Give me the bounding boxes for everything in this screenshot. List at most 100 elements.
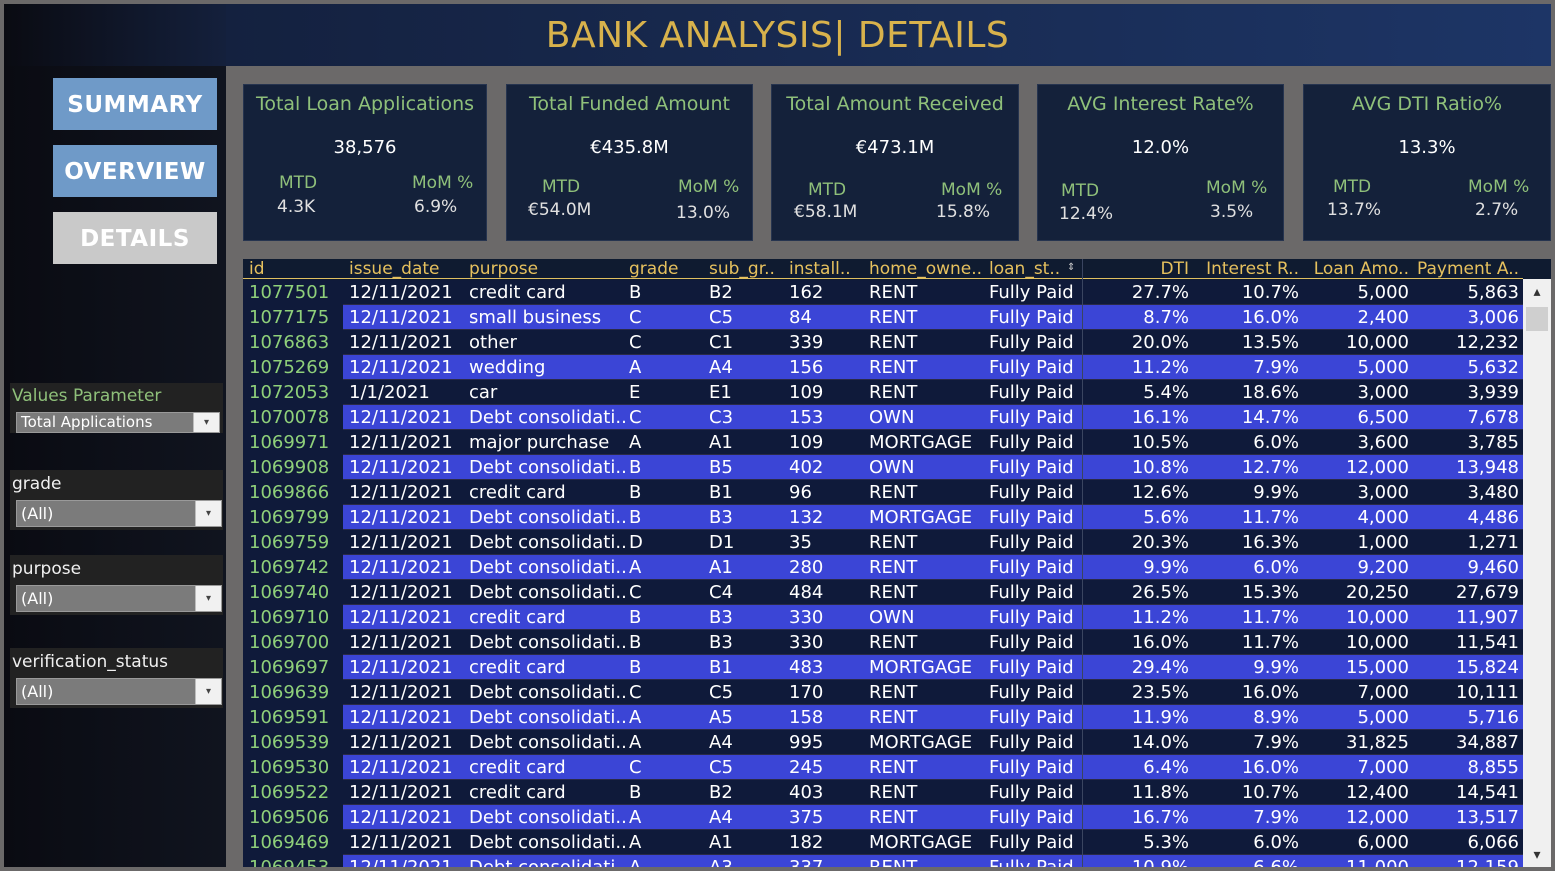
table-row[interactable]: 1069522 12/11/2021 credit card B B2 403 RENT Fu…	[243, 780, 1523, 805]
chevron-down-icon: ▾	[195, 679, 221, 704]
scroll-thumb[interactable]	[1526, 307, 1548, 331]
table-row[interactable]: 1069469 12/11/2021 Debt consolidati.. A A1 18…	[243, 830, 1523, 855]
table-row[interactable]: 1069971 12/11/2021 major purchase A A1 109 MOR…	[243, 430, 1523, 455]
purpose-label: purpose	[12, 559, 82, 579]
table-row[interactable]: 1075269 12/11/2021 wedding A A4 156 RENT Fully …	[243, 355, 1523, 380]
table-row[interactable]: 1076863 12/11/2021 other C C1 339 RENT Fully Pa…	[243, 330, 1523, 355]
table-cell: Fully Paid	[989, 307, 1074, 328]
column-header[interactable]: DTI	[1083, 259, 1190, 279]
column-header[interactable]: purpose	[469, 259, 625, 279]
table-cell: C5	[709, 682, 734, 703]
table-cell: 1075269	[243, 355, 343, 380]
kpi-mtd-value: 4.3K	[277, 197, 316, 217]
table-cell: 12,232	[1456, 332, 1519, 353]
column-header[interactable]: issue_date	[349, 259, 465, 279]
table-cell: 9.9%	[1143, 557, 1189, 578]
table-row[interactable]: 1069539 12/11/2021 Debt consolidati.. A A4 99…	[243, 730, 1523, 755]
table-cell: 483	[789, 657, 824, 678]
table-row[interactable]: 1069799 12/11/2021 Debt consolidati.. B B3 13…	[243, 505, 1523, 530]
table-cell: Fully Paid	[989, 382, 1074, 403]
table-row[interactable]: 1069700 12/11/2021 Debt consolidati.. B B3 33…	[243, 630, 1523, 655]
grade-select[interactable]: (All) ▾	[16, 500, 222, 527]
column-header[interactable]: home_owne..	[869, 259, 985, 279]
table-cell: Debt consolidati..	[469, 457, 625, 478]
table-row[interactable]: 1069710 12/11/2021 credit card B B3 330 OWN Ful…	[243, 605, 1523, 630]
table-cell: 1077175	[243, 305, 343, 330]
overview-button[interactable]: OVERVIEW	[53, 145, 217, 197]
table-header: id issue_date purpose grade sub_gr.. install.…	[243, 259, 1523, 279]
table-row[interactable]: 1069506 12/11/2021 Debt consolidati.. A A4 37…	[243, 805, 1523, 830]
table-cell: 12/11/2021	[349, 632, 453, 653]
table-cell: 96	[789, 482, 812, 503]
column-header[interactable]: grade	[629, 259, 705, 279]
table-cell: C4	[709, 582, 734, 603]
table-cell: 9.9%	[1253, 657, 1299, 678]
table-cell: MORTGAGE	[869, 507, 973, 528]
column-header[interactable]: Interest R..	[1193, 259, 1299, 279]
chevron-up-icon[interactable]: ▴	[1523, 279, 1551, 305]
table-row[interactable]: 1069639 12/11/2021 Debt consolidati.. C C5 17…	[243, 680, 1523, 705]
kpi-title: Total Funded Amount	[529, 93, 730, 115]
table-cell: 5,000	[1357, 357, 1409, 378]
table-cell: 12/11/2021	[349, 557, 453, 578]
table-cell: 156	[789, 357, 824, 378]
table-row[interactable]: 1069742 12/11/2021 Debt consolidati.. A A1 28…	[243, 555, 1523, 580]
table-cell: Fully Paid	[989, 432, 1074, 453]
table-cell: Fully Paid	[989, 632, 1074, 653]
verification-status-select[interactable]: (All) ▾	[16, 678, 222, 705]
table-cell: E	[629, 382, 641, 403]
table-cell: 9,200	[1357, 557, 1409, 578]
kpi-mtd-label: MTD	[1333, 177, 1372, 197]
column-header[interactable]: sub_gr..	[709, 259, 785, 279]
kpi-card: Total Amount Received €473.1M MTD €58.1M MoM…	[771, 84, 1019, 241]
values-parameter-select[interactable]: Total Applications ▾	[16, 412, 220, 433]
table-cell: Fully Paid	[989, 532, 1074, 553]
table-row[interactable]: 1069908 12/11/2021 Debt consolidati.. B B5 40…	[243, 455, 1523, 480]
table-cell: Fully Paid	[989, 407, 1074, 428]
kpi-mtd-value: €54.0M	[528, 200, 592, 220]
table-row[interactable]: 1069530 12/11/2021 credit card C C5 245 RENT Fu…	[243, 755, 1523, 780]
table-cell: 5.3%	[1143, 832, 1189, 853]
column-header[interactable]: loan_st..	[989, 259, 1079, 279]
table-cell: 5,000	[1357, 282, 1409, 303]
kpi-mom-value: 15.8%	[936, 202, 991, 222]
summary-button[interactable]: SUMMARY	[53, 78, 217, 130]
table-cell: 11,000	[1303, 855, 1409, 867]
table-row[interactable]: 1069697 12/11/2021 credit card B B1 483 MORTGA…	[243, 655, 1523, 680]
kpi-mom-label: MoM %	[1468, 177, 1530, 197]
table-row[interactable]: 1069759 12/11/2021 Debt consolidati.. D D1 35…	[243, 530, 1523, 555]
table-cell: 12,000	[1346, 457, 1409, 478]
column-header[interactable]: id	[249, 259, 345, 279]
table-row[interactable]: 1069591 12/11/2021 Debt consolidati.. A A5 15…	[243, 705, 1523, 730]
details-button[interactable]: DETAILS	[53, 212, 217, 264]
table-cell: credit card	[469, 782, 566, 803]
table-row[interactable]: 1077501 12/11/2021 credit card B B2 162 RENT Fu…	[243, 280, 1523, 305]
details-table: id issue_date purpose grade sub_gr.. install.…	[243, 259, 1551, 867]
table-row[interactable]: 1077175 12/11/2021 small business C C5 84 RENT…	[243, 305, 1523, 330]
table-row[interactable]: 1069740 12/11/2021 Debt consolidati.. C C4 48…	[243, 580, 1523, 605]
table-cell: 12.6%	[1131, 482, 1189, 503]
table-row[interactable]: 1072053 1/1/2021 car E E1 109 RENT Fully Paid 5.…	[243, 380, 1523, 405]
chevron-down-icon[interactable]: ▾	[1523, 843, 1551, 867]
column-header[interactable]: Payment A..	[1413, 259, 1519, 279]
table-row[interactable]: 1070078 12/11/2021 Debt consolidati.. C C3 15…	[243, 405, 1523, 430]
table-cell: B	[629, 282, 642, 303]
table-cell: A3	[709, 855, 785, 867]
table-row[interactable]: 1069866 12/11/2021 credit card B B1 96 RENT Ful…	[243, 480, 1523, 505]
table-cell: Fully Paid	[989, 482, 1074, 503]
table-cell: 182	[789, 832, 824, 853]
table-cell: 20.3%	[1131, 532, 1189, 553]
table-cell: 18.6%	[1241, 382, 1299, 403]
table-cell: B1	[709, 657, 733, 678]
table-cell: 16.3%	[1241, 532, 1299, 553]
column-header[interactable]: install..	[789, 259, 865, 279]
column-header[interactable]: Loan Amo..	[1303, 259, 1409, 279]
table-row[interactable]: 1069453 12/11/2021 Debt consolidati.. A A3 33…	[243, 855, 1523, 867]
purpose-select[interactable]: (All) ▾	[16, 585, 222, 612]
vertical-scrollbar[interactable]: ▴ ▾	[1523, 279, 1551, 867]
sort-icon[interactable]: ⇕	[1067, 262, 1077, 276]
table-cell: Fully Paid	[989, 332, 1074, 353]
table-cell: 10.7%	[1241, 782, 1299, 803]
table-cell: E1	[709, 382, 732, 403]
table-cell: OWN	[869, 457, 915, 478]
